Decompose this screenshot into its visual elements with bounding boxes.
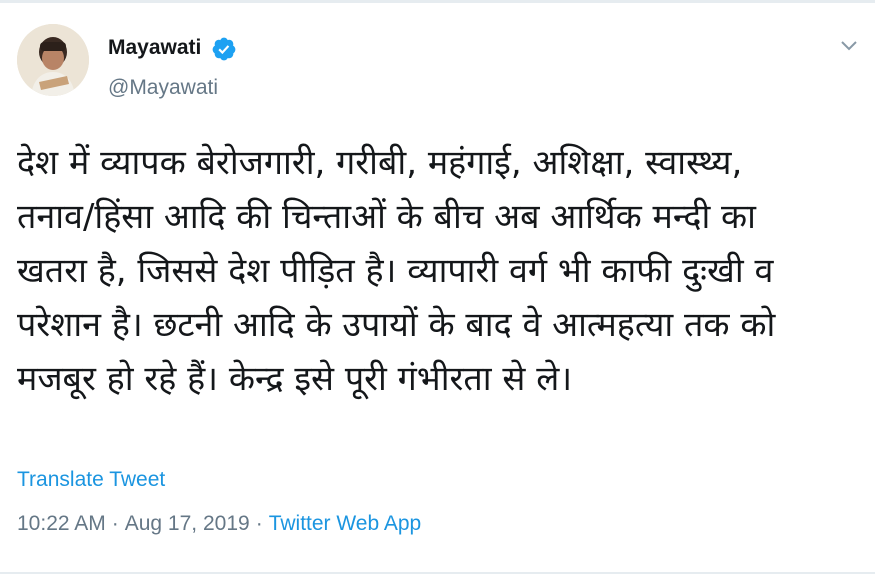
translate-tweet-link[interactable]: Translate Tweet [17, 466, 165, 494]
tweet-text-line: परेशान है। छटनी आदि के उपायों के बाद वे … [17, 305, 776, 345]
tweet-source-link[interactable]: Twitter Web App [269, 512, 422, 535]
tweet-text: देश में व्यापक बेरोजगारी, गरीबी, महंगाई,… [17, 136, 847, 406]
author-name[interactable]: Mayawati [108, 35, 201, 61]
tweet-text-line: मजबूर हो रहे हैं। केन्द्र इसे पूरी गंभीर… [17, 359, 573, 399]
chevron-down-icon[interactable] [838, 36, 860, 54]
bottom-border [0, 572, 875, 574]
tweet-text-line: खतरा है, जिससे देश पीड़ित है। व्यापारी व… [17, 251, 774, 291]
tweet-date[interactable]: Aug 17, 2019 [125, 512, 250, 535]
tweet-text-line: तनाव/हिंसा आदि की चिन्ताओं के बीच अब आर्… [17, 197, 756, 237]
top-border [0, 0, 875, 3]
meta-separator: · [111, 512, 119, 535]
author-handle[interactable]: @Mayawati [108, 75, 218, 101]
avatar[interactable] [17, 24, 89, 96]
meta-separator: · [255, 512, 263, 535]
tweet-text-line: देश में व्यापक बेरोजगारी, गरीबी, महंगाई,… [17, 143, 743, 183]
tweet-metadata: 10:22 AM · Aug 17, 2019 · Twitter Web App [17, 510, 421, 538]
avatar-image [17, 24, 89, 96]
tweet-time[interactable]: 10:22 AM [17, 512, 106, 535]
verified-badge-icon [212, 37, 236, 61]
